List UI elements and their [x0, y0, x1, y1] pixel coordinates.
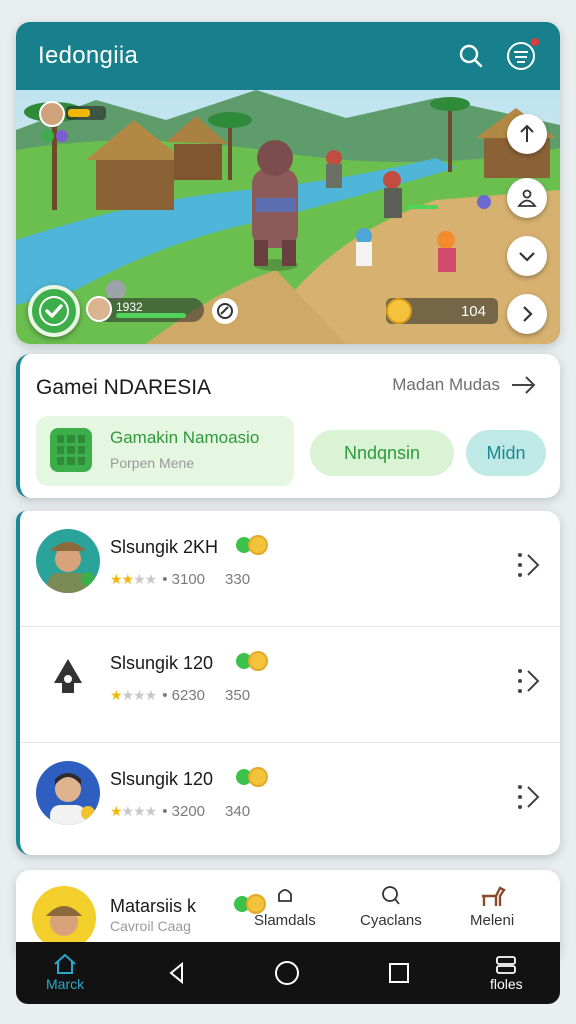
details-link[interactable]: Madan Mudas	[392, 374, 538, 396]
home-icon	[54, 953, 76, 974]
chevron-right-icon[interactable]	[507, 294, 547, 334]
nav-files[interactable]: floles	[490, 954, 523, 992]
player-avatar	[86, 296, 112, 322]
player-stats: ★★★★ • 6230 350	[110, 687, 251, 704]
system-navbar: Marck floles	[16, 942, 560, 1004]
search-icon[interactable]	[454, 39, 488, 73]
player-name: Slsungik 2KH	[110, 537, 219, 557]
recents-icon[interactable]	[386, 960, 412, 986]
confirm-check-button[interactable]	[28, 285, 80, 337]
player-points: 330	[225, 571, 251, 588]
tab-meleni[interactable]: Meleni	[470, 884, 514, 929]
game-info-card: Gamei NDARESIA Madan Mudas Gamakin Namoa…	[16, 354, 560, 498]
player-name: Slsungik 120	[110, 769, 214, 789]
tab-label: Slamdals	[254, 912, 316, 929]
chevron-down-icon[interactable]	[507, 236, 547, 276]
game-card: Iedongiia 1932 104	[16, 22, 560, 344]
search-icon	[381, 886, 400, 905]
player-stats: ★★★★ • 3200 340	[110, 803, 251, 820]
feature-subtitle: Porpen Mene	[110, 455, 195, 471]
badge-group	[236, 767, 268, 787]
skill-icon[interactable]	[212, 298, 238, 324]
arrow-right-icon	[512, 376, 536, 394]
avatar	[36, 645, 100, 709]
star-rating: ★★★★	[110, 571, 157, 587]
app-header: Iedongiia	[16, 22, 560, 90]
game-title: Gamei NDARESIA	[36, 376, 212, 399]
primary-action-button[interactable]: Nndqnsin	[310, 430, 454, 476]
player-subtitle: Cavroil Caag	[110, 918, 191, 934]
bell-icon	[277, 889, 292, 902]
avatar	[32, 886, 96, 950]
player-points: 340	[225, 803, 251, 820]
files-icon	[496, 956, 517, 974]
nav-files-label: floles	[490, 976, 523, 992]
coin-counter: 104	[386, 298, 498, 324]
badge-group	[236, 651, 268, 671]
person-icon[interactable]	[507, 178, 547, 218]
avatar	[36, 529, 100, 593]
details-link-label: Madan Mudas	[392, 375, 500, 394]
coin-icon	[386, 298, 412, 324]
arrow-up-icon[interactable]	[507, 114, 547, 154]
star-rating: ★★★★	[110, 687, 157, 703]
menu-icon[interactable]	[504, 37, 540, 73]
player-status-mini	[38, 100, 108, 144]
horse-icon	[482, 886, 506, 906]
feature-box[interactable]: Gamakin Namoasio Porpen Mene	[36, 416, 294, 486]
health-value: 1932	[116, 300, 143, 314]
home-circle-icon[interactable]	[274, 960, 300, 986]
nav-home[interactable]: Marck	[46, 952, 84, 992]
chevron-right-icon[interactable]	[516, 549, 544, 581]
player-score: 3100	[171, 571, 206, 588]
game-scene[interactable]: 1932 104	[16, 90, 560, 344]
secondary-action-button[interactable]: Midn	[466, 430, 546, 476]
player-points: 350	[225, 687, 251, 704]
tab-label: Meleni	[470, 912, 515, 929]
list-item[interactable]: Slsungik 120 ★★★★ • 6230 350	[20, 627, 560, 743]
badge-group	[236, 535, 268, 555]
nav-home-label: Marck	[46, 976, 85, 992]
player-score: 6230	[171, 687, 206, 704]
health-fill	[116, 313, 186, 318]
tab-label: Cyaclans	[360, 912, 422, 929]
tab-slamdals[interactable]: Slamdals	[254, 884, 316, 929]
coin-value: 104	[460, 302, 486, 320]
app-title: Iedongiia	[38, 42, 139, 69]
star-rating: ★★★★	[110, 803, 157, 819]
player-list: Slsungik 2KH ★★★★ • 3100 330 Slsungik 12…	[16, 511, 560, 855]
notification-dot	[530, 37, 540, 47]
chevron-right-icon[interactable]	[516, 781, 544, 813]
player-name: Matarsiis k	[110, 896, 197, 916]
avatar	[36, 761, 100, 825]
player-name: Slsungik 120	[110, 653, 214, 673]
list-item[interactable]: Slsungik 2KH ★★★★ • 3100 330	[20, 511, 560, 627]
player-score: 3200	[171, 803, 206, 820]
list-item[interactable]: Slsungik 120 ★★★★ • 3200 340	[20, 743, 560, 855]
feature-title: Gamakin Namoasio	[110, 428, 260, 447]
back-icon[interactable]	[164, 960, 190, 986]
grid-icon	[50, 428, 92, 472]
player-stats: ★★★★ • 3100 330	[110, 571, 251, 588]
tab-cyaclans[interactable]: Cyaclans	[360, 884, 422, 929]
chevron-right-icon[interactable]	[516, 665, 544, 697]
